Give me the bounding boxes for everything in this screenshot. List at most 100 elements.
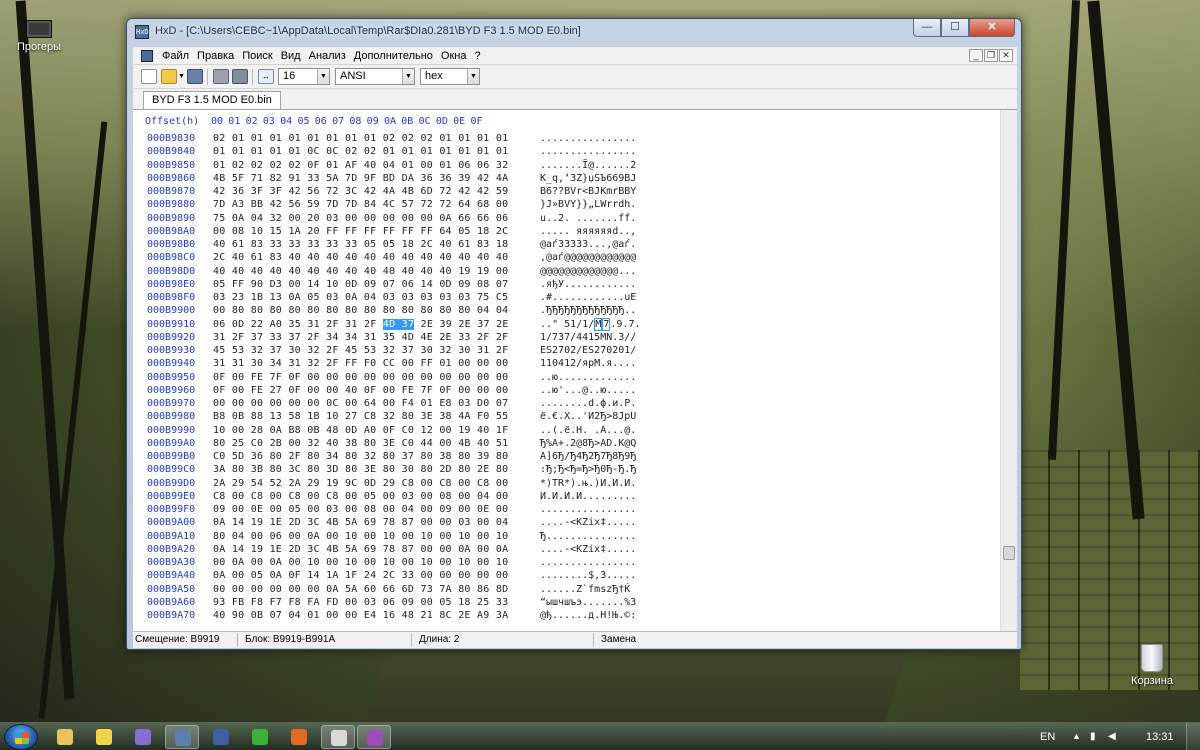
row-hex-bytes[interactable]: 0F 00 FE 7F 0F 00 00 00 00 00 00 00 00 0…	[213, 371, 508, 384]
desktop-icon-recycle-bin[interactable]: Корзина	[1117, 644, 1187, 687]
menu-windows[interactable]: Окна	[437, 49, 471, 63]
row-hex-bytes[interactable]: 40 40 40 40 40 40 40 40 40 40 40 40 40 1…	[213, 265, 508, 278]
row-ascii[interactable]: }Ј»BVY}}„LWrrdh.	[540, 198, 636, 211]
row-ascii[interactable]: А]6Ђ/Ђ4Ђ2Ђ7Ђ8Ђ9Ђ	[540, 450, 636, 463]
start-button[interactable]	[4, 724, 38, 750]
row-hex-bytes[interactable]: 02 01 01 01 01 01 01 01 01 02 02 02 01 0…	[213, 132, 508, 145]
row-hex-bytes[interactable]: 0A 14 19 1E 2D 3C 4B 5A 69 78 87 00 00 0…	[213, 516, 508, 529]
row-hex-bytes[interactable]: 0A 14 19 1E 2D 3C 4B 5A 69 78 87 00 00 0…	[213, 543, 508, 556]
row-ascii[interactable]: ................	[540, 556, 636, 569]
selected-byte[interactable]: 37	[401, 318, 415, 330]
row-ascii[interactable]: ..(.ё.H. .А...@.	[540, 424, 636, 437]
row-hex-bytes[interactable]: C8 00 C8 00 C8 00 C8 00 05 00 03 00 08 0…	[213, 490, 508, 503]
chevron-down-icon[interactable]: ▼	[178, 69, 185, 84]
hex-byte[interactable]: 31	[345, 319, 357, 330]
document-icon[interactable]	[141, 50, 153, 62]
row-ascii[interactable]: ....-<KZix‡.....	[540, 516, 636, 529]
taskbar-app-button[interactable]	[357, 725, 391, 749]
row-hex-bytes[interactable]: B8 0B 88 13 58 1B 10 27 C8 32 80 3E 38 4…	[213, 410, 508, 423]
taskbar-app-button[interactable]	[165, 725, 199, 749]
row-ascii[interactable]: ....-<KZix‡.....	[540, 543, 636, 556]
row-ascii[interactable]: ES2702/ES270201/	[540, 344, 636, 357]
row-hex-bytes[interactable]: 40 90 0B 07 04 01 00 00 E4 16 48 21 8C 2…	[213, 609, 508, 622]
row-hex-bytes[interactable]: 0A 00 05 0A 0F 14 1A 1F 24 2C 33 00 00 0…	[213, 569, 508, 582]
menu-search[interactable]: Поиск	[238, 49, 276, 63]
menu-help[interactable]: ?	[470, 49, 484, 63]
taskbar-app-button[interactable]	[87, 725, 121, 749]
hex-byte[interactable]: 0D	[232, 319, 244, 330]
row-hex-bytes[interactable]: 03 23 1B 13 0A 05 03 0A 04 03 03 03 03 0…	[213, 291, 508, 304]
taskbar-app-button[interactable]	[321, 725, 355, 749]
hex-byte[interactable]: 37	[477, 319, 489, 330]
clock[interactable]: 13:31	[1146, 731, 1174, 743]
taskbar-app-button[interactable]	[48, 725, 82, 749]
row-ascii[interactable]: ..ю.............	[540, 371, 636, 384]
row-hex-bytes[interactable]: 06 0D 22 A0 35 31 2F 31 2F 4D 37 2E 39 2…	[213, 318, 509, 331]
row-hex-bytes[interactable]: 80 04 00 06 00 0A 00 10 00 10 00 10 00 1…	[213, 530, 508, 543]
row-ascii[interactable]: ........d.ф.и.Р.	[540, 397, 636, 410]
volume-icon[interactable]: ◀	[1108, 731, 1116, 742]
row-hex-bytes[interactable]: 42 36 3F 3F 42 56 72 3C 42 4A 4B 6D 72 4…	[213, 185, 508, 198]
row-hex-bytes[interactable]: 31 2F 37 33 37 2F 34 34 31 35 4D 4E 2E 3…	[213, 331, 508, 344]
row-hex-bytes[interactable]: 4B 5F 71 82 91 33 5A 7D 9F BD DA 36 36 3…	[213, 172, 508, 185]
taskbar-app-button[interactable]	[126, 725, 160, 749]
language-indicator[interactable]: EN	[1040, 731, 1055, 743]
row-ascii[interactable]: И.И.И.И.........	[540, 490, 636, 503]
row-ascii[interactable]: ё.€.X..'И2Ђ>8JpU	[540, 410, 636, 423]
row-hex-bytes[interactable]: C0 5D 36 80 2F 80 34 80 32 80 37 80 38 8…	[213, 450, 508, 463]
mdi-restore-button[interactable]: ❐	[984, 49, 998, 62]
charset-select[interactable]: ANSI ▼	[335, 68, 415, 85]
row-ascii[interactable]: ................	[540, 132, 636, 145]
row-hex-bytes[interactable]: 00 08 10 15 1A 20 FF FF FF FF FF FF 64 0…	[213, 225, 508, 238]
open-ram-icon[interactable]	[232, 69, 248, 84]
hxd-app-icon[interactable]: HxD	[135, 25, 149, 39]
bytes-per-row-select[interactable]: 16 ▼	[278, 68, 330, 85]
row-ascii[interactable]: .ЂЂЂЂЂЂЂЂЂЂЂЂЂ..	[540, 304, 636, 317]
save-icon[interactable]	[187, 69, 203, 84]
offset-base-select[interactable]: hex ▼	[420, 68, 480, 85]
hex-byte[interactable]: 2F	[364, 319, 376, 330]
menu-view[interactable]: Вид	[277, 49, 305, 63]
row-ascii[interactable]: Ђ%А+.2@8Ђ>АD.K@Q	[540, 437, 636, 450]
row-hex-bytes[interactable]: 05 FF 90 D3 00 14 10 0D 09 07 06 14 0D 0…	[213, 278, 508, 291]
row-ascii[interactable]: ,@aѓ@@@@@@@@@@@@	[540, 251, 636, 264]
row-hex-bytes[interactable]: 2C 40 61 83 40 40 40 40 40 40 40 40 40 4…	[213, 251, 508, 264]
row-hex-bytes[interactable]: 7D A3 BB 42 56 59 7D 7D 84 4C 57 72 72 6…	[213, 198, 508, 211]
row-hex-bytes[interactable]: 0F 00 FE 27 0F 00 00 40 0F 00 FE 7F 0F 0…	[213, 384, 508, 397]
hex-byte[interactable]: 39	[440, 319, 452, 330]
row-ascii[interactable]: 110412/яpМ.я....	[540, 357, 636, 370]
menu-edit[interactable]: Правка	[193, 49, 238, 63]
row-hex-bytes[interactable]: 75 0A 04 32 00 20 03 00 00 00 00 00 0A 6…	[213, 212, 508, 225]
maximize-button[interactable]: ☐	[941, 19, 969, 37]
row-ascii[interactable]: .." 51/1/M 7.9.7.	[540, 317, 641, 331]
taskbar-app-button[interactable]	[243, 725, 277, 749]
mdi-close-button[interactable]: ✕	[999, 49, 1013, 62]
tray-arrow-icon[interactable]: ▲	[1072, 731, 1081, 741]
ascii-char[interactable]: .	[634, 319, 640, 330]
open-folder-icon[interactable]	[161, 69, 177, 84]
row-hex-bytes[interactable]: 01 02 02 02 02 0F 01 AF 40 04 01 00 01 0…	[213, 159, 508, 172]
hex-byte[interactable]: 2E	[421, 319, 433, 330]
row-ascii[interactable]: @@@@@@@@@@@@@...	[540, 265, 636, 278]
row-ascii[interactable]: Ђ...............	[540, 530, 636, 543]
taskbar-app-button[interactable]	[282, 725, 316, 749]
row-hex-bytes[interactable]: 3A 80 3B 80 3C 80 3D 80 3E 80 30 80 2D 8…	[213, 463, 508, 476]
hex-byte[interactable]: 06	[213, 319, 225, 330]
row-hex-bytes[interactable]: 09 00 0E 00 05 00 03 00 08 00 04 00 09 0…	[213, 503, 508, 516]
show-desktop-button[interactable]	[1186, 723, 1200, 750]
row-ascii[interactable]: :Ђ;Ђ<Ђ=Ђ>Ђ0Ђ-Ђ.Ђ	[540, 463, 636, 476]
row-ascii[interactable]: ..... яяяяяяd..,	[540, 225, 636, 238]
close-button[interactable]: ✕	[969, 19, 1015, 37]
open-disk-icon[interactable]	[213, 69, 229, 84]
row-ascii[interactable]: u..2. .......ff.	[540, 212, 636, 225]
row-hex-bytes[interactable]: 93 FB F8 F7 F8 FA FD 00 03 06 09 00 05 1…	[213, 596, 508, 609]
hex-byte[interactable]: 35	[289, 319, 301, 330]
row-hex-bytes[interactable]: 00 80 80 80 80 80 80 80 80 80 80 80 80 8…	[213, 304, 508, 317]
row-ascii[interactable]: @ђ......д.H!Њ.©:	[540, 609, 636, 622]
row-hex-bytes[interactable]: 01 01 01 01 01 0C 0C 02 02 01 01 01 01 0…	[213, 145, 508, 158]
hex-editor[interactable]: Offset(h) 00 01 02 03 04 05 06 07 08 09 0A 0B 0C 0D 0E 0…	[133, 109, 1017, 631]
network-icon[interactable]: ▮	[1090, 731, 1096, 742]
new-file-icon[interactable]	[141, 69, 157, 84]
row-hex-bytes[interactable]: 10 00 28 0A B8 0B 48 0D A0 0F C0 12 00 1…	[213, 424, 508, 437]
row-ascii[interactable]: “ышчшъэ.......%3	[540, 596, 636, 609]
